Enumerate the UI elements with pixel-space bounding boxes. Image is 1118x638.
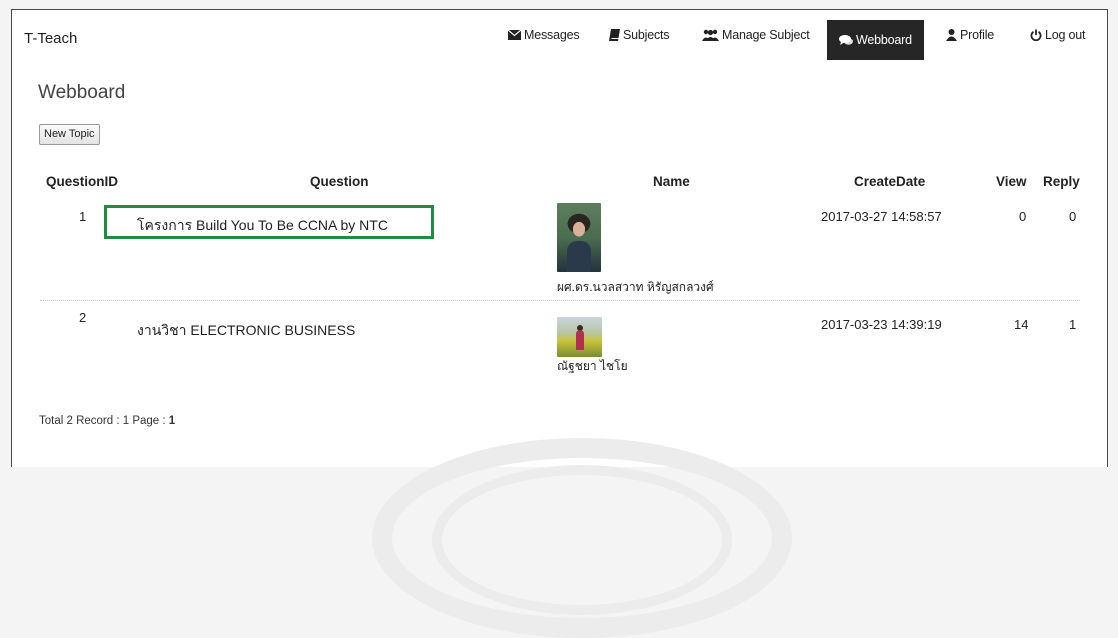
main-nav: Messages Subjects Manage Subject Webboar… — [12, 18, 1107, 60]
view-count: 14 — [1014, 317, 1029, 332]
nav-logout[interactable]: Log out — [1030, 18, 1086, 52]
nav-webboard-label: Webboard — [856, 33, 912, 47]
app-window: T-Teach Messages Subjects Manage Subject — [11, 9, 1108, 638]
col-header-reply: Reply — [1043, 174, 1080, 189]
col-header-question: Question — [310, 174, 369, 189]
record-summary: Total 2 Record : 1 Page : — [39, 415, 166, 427]
users-icon — [702, 29, 719, 41]
avatar — [557, 317, 602, 357]
user-icon — [946, 29, 957, 41]
envelope-icon — [508, 30, 521, 40]
nav-messages-label: Messages — [524, 28, 580, 42]
nav-manage-subject-label: Manage Subject — [722, 28, 810, 42]
col-header-name: Name — [653, 174, 690, 189]
reply-count: 0 — [1069, 209, 1077, 224]
nav-messages[interactable]: Messages — [508, 18, 580, 52]
col-header-question-id: QuestionID — [46, 174, 119, 189]
nav-profile[interactable]: Profile — [946, 18, 994, 52]
question-link[interactable]: โครงการ Build You To Be CCNA by NTC — [137, 215, 388, 237]
nav-logout-label: Log out — [1045, 28, 1086, 42]
question-id: 2 — [79, 310, 87, 325]
new-topic-button[interactable]: New Topic — [39, 124, 100, 145]
create-date: 2017-03-27 14:58:57 — [821, 209, 942, 224]
row-divider — [40, 300, 1080, 301]
power-icon — [1030, 29, 1042, 41]
nav-subjects[interactable]: Subjects — [609, 18, 670, 52]
author-name: ผศ.ดร.นวลสวาท หิรัญสกลวงศ์ — [557, 280, 714, 294]
page-title: Webboard — [38, 82, 126, 103]
avatar — [557, 203, 601, 272]
col-header-view: View — [996, 174, 1027, 189]
book-icon — [609, 29, 620, 41]
comments-icon — [839, 34, 853, 46]
reply-count: 1 — [1069, 317, 1077, 332]
page-link[interactable]: 1 — [169, 415, 175, 427]
pagination-footer: Total 2 Record : 1 Page : 1 — [39, 415, 175, 427]
nav-manage-subject[interactable]: Manage Subject — [702, 18, 810, 52]
watermark-seal-inner — [432, 465, 732, 615]
view-count: 0 — [1019, 209, 1027, 224]
top-navbar: T-Teach Messages Subjects Manage Subject — [12, 10, 1107, 64]
question-id: 1 — [79, 209, 87, 224]
nav-subjects-label: Subjects — [623, 28, 670, 42]
nav-profile-label: Profile — [960, 28, 995, 42]
author-name: ณัฐชยา ไชโย — [557, 359, 628, 373]
col-header-create-date: CreateDate — [854, 174, 926, 189]
question-link[interactable]: งานวิชา ELECTRONIC BUSINESS — [137, 320, 355, 342]
nav-webboard[interactable]: Webboard — [827, 20, 924, 60]
create-date: 2017-03-23 14:39:19 — [821, 317, 942, 332]
